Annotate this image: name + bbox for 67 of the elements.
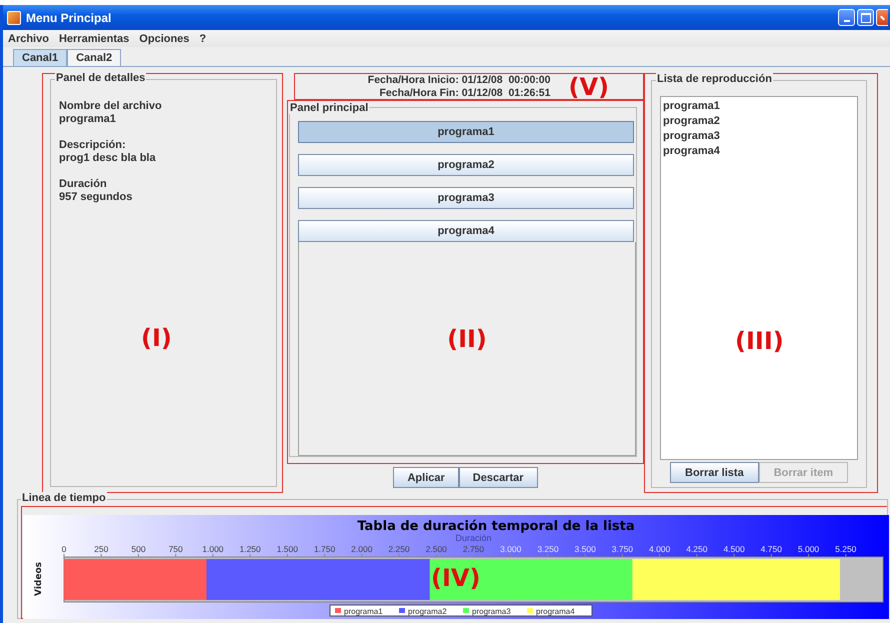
panel-title: Linea de tiempo <box>21 492 107 504</box>
action-button[interactable]: Borrar lista <box>670 462 759 483</box>
legend-label: programa2 <box>408 607 448 616</box>
playlist-item[interactable]: programa1 <box>663 99 855 114</box>
x-tick-label: 3.500 <box>574 544 596 554</box>
panel-title: Panel de detalles <box>55 72 146 84</box>
action-button[interactable]: Aplicar <box>393 467 459 488</box>
program-button[interactable]: programa1 <box>298 121 634 143</box>
chart-title: Tabla de duración temporal de la lista <box>357 519 635 534</box>
tab[interactable]: Canal2 <box>67 49 122 66</box>
x-tick-label: 4.500 <box>723 544 745 554</box>
x-tick-label: 4.000 <box>648 544 671 554</box>
tab[interactable]: Canal1 <box>13 49 68 66</box>
axis-title: Videos <box>34 562 44 596</box>
field-value: prog1 desc bla bla <box>59 152 157 165</box>
field-label: Descripción: <box>59 139 127 152</box>
app-icon <box>7 10 21 24</box>
annotation-label: (V) <box>568 74 609 98</box>
panel-title: Panel principal <box>289 102 370 114</box>
annotation-label: (II) <box>447 324 487 352</box>
playlist-item[interactable]: programa3 <box>663 129 855 144</box>
field-value: programa1 <box>59 113 117 126</box>
program-button[interactable]: programa2 <box>298 154 634 176</box>
menu-item[interactable]: ? <box>199 32 206 44</box>
x-tick-label: 1.750 <box>314 544 336 554</box>
field-label: Nombre del archivo <box>59 100 163 113</box>
action-button[interactable]: Descartar <box>458 467 538 488</box>
annotation-label: (I) <box>141 324 173 352</box>
panel-title: Lista de reproducción <box>656 73 773 85</box>
x-tick-label: 5.000 <box>798 544 820 554</box>
window-title: Menu Principal <box>26 10 112 24</box>
maximize-button[interactable] <box>857 9 874 26</box>
start-time: Fecha/Hora Inicio: 01/12/08 00:00:00 <box>368 74 550 86</box>
x-tick-label: 4.750 <box>760 544 782 554</box>
menu-item[interactable]: Archivo <box>8 32 49 44</box>
legend-label: programa1 <box>344 607 384 616</box>
x-tick-label: 3.250 <box>537 544 559 554</box>
x-tick-label: 250 <box>94 544 109 554</box>
program-button[interactable]: programa4 <box>298 220 634 242</box>
annotation-label: (IV) <box>431 563 480 593</box>
legend-label: programa4 <box>536 607 576 616</box>
x-tick-label: 1.000 <box>202 544 224 554</box>
x-tick-label: 1.250 <box>239 544 262 554</box>
close-button[interactable] <box>876 9 888 26</box>
x-tick-label: 2.750 <box>462 544 484 554</box>
x-tick-label: 5.250 <box>835 544 857 554</box>
menu-item[interactable]: Opciones <box>139 32 190 44</box>
x-tick-label: 3.000 <box>500 544 522 554</box>
field-label: Duración <box>59 178 108 191</box>
field-value: 957 segundos <box>59 191 134 204</box>
x-tick-label: 4.250 <box>686 544 708 554</box>
x-tick-label: 1.500 <box>276 544 298 554</box>
x-tick-label: 750 <box>168 544 184 554</box>
menu-item[interactable]: Herramientas <box>58 32 130 44</box>
axis-title: Duración <box>455 533 492 543</box>
program-button[interactable]: programa3 <box>298 187 634 209</box>
x-tick-label: 2.500 <box>426 544 448 554</box>
x-tick-label: 2.250 <box>388 544 410 554</box>
playlist-item[interactable]: programa4 <box>663 144 855 159</box>
x-tick-label: 0 <box>62 544 67 554</box>
x-tick-label: 3.750 <box>612 544 634 554</box>
playlist-item[interactable]: programa2 <box>663 114 855 129</box>
minimize-button[interactable] <box>838 9 855 26</box>
x-tick-label: 500 <box>131 544 146 554</box>
x-tick-label: 2.000 <box>351 544 373 554</box>
legend-label: programa3 <box>472 607 512 616</box>
end-time: Fecha/Hora Fin: 01/12/08 01:26:51 <box>378 86 550 100</box>
